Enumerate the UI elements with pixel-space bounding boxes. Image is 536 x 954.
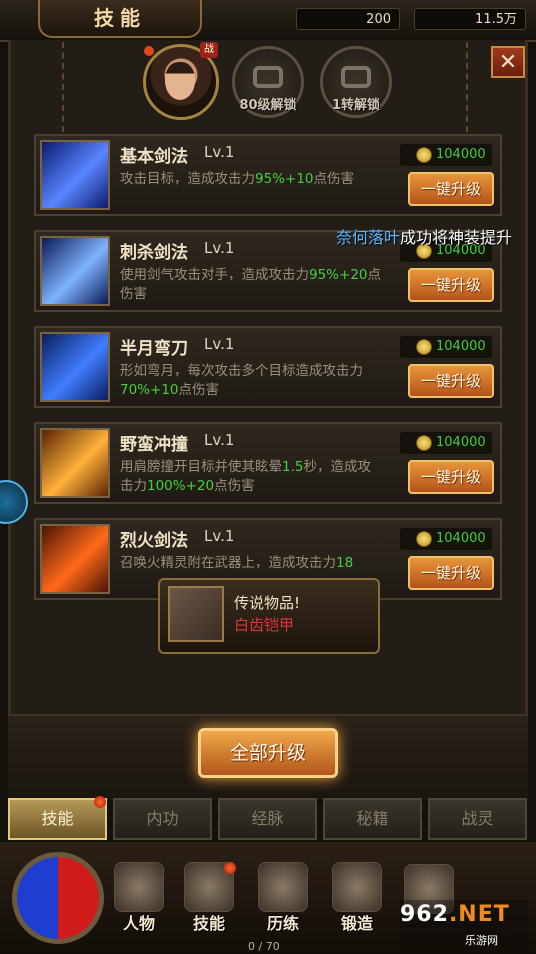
skill-desc-text: 用肩膀撞开目标并使其眩晕 (120, 459, 282, 475)
skill-level: Lv.1 (204, 143, 235, 161)
upgrade-all-button[interactable]: 全部升级 (198, 728, 338, 778)
skill-desc-text: 攻击目标，造成攻击力 (120, 171, 255, 187)
upgrade-cost-value: 104000 (436, 435, 486, 450)
page-title: 技能 (38, 0, 202, 38)
upgrade-cost-value: 104000 (436, 147, 486, 162)
skill-value-highlight: 95%+20 (309, 267, 368, 283)
skill-value-highlight: 100%+20 (147, 478, 215, 494)
skill-desc-text: 使用剑气攻击对手，造成攻击力 (120, 267, 309, 283)
one-click-upgrade-button[interactable]: 一键升级 (408, 364, 494, 398)
ingot-counter: 200 (296, 8, 400, 30)
anvil-hammer-icon (332, 862, 382, 912)
nav-forge[interactable]: 锻造 (326, 862, 388, 934)
notification-dot (224, 862, 236, 874)
watermark-logo: 962.NET (400, 902, 510, 927)
tab-skills[interactable]: 技能 (8, 798, 107, 840)
nav-label: 人物 (122, 914, 155, 933)
tab-battle-spirit[interactable]: 战灵 (428, 798, 527, 840)
gold-coin-icon (416, 339, 432, 355)
upgrade-cost-value: 104000 (436, 339, 486, 354)
notification-dot (94, 796, 106, 808)
nav-label: 历练 (266, 914, 299, 933)
skill-level: Lv.1 (204, 335, 235, 353)
skill-desc-text: 点伤害 (178, 382, 220, 398)
helmet-icon (114, 862, 164, 912)
lock-icon (341, 66, 371, 88)
skill-name: 刺杀剑法 (120, 243, 188, 263)
skill-desc-text: 形如弯月，每次攻击多个目标造成攻击力 (120, 363, 363, 379)
tab-secret-books[interactable]: 秘籍 (323, 798, 422, 840)
one-click-upgrade-button[interactable]: 一键升级 (408, 268, 494, 302)
skill-desc-text: 召唤火精灵附在武器上，造成攻击力 (120, 555, 336, 571)
skill-icon[interactable] (40, 236, 110, 306)
nav-training[interactable]: 历练 (252, 862, 314, 934)
chain-decoration (466, 42, 474, 132)
skill-icon[interactable] (40, 428, 110, 498)
gold-counter: 11.5万 (414, 8, 526, 30)
nav-label: 技能 (192, 914, 225, 933)
toast-title: 传说物品! (234, 594, 301, 612)
locked-slot-label: 80级解锁 (239, 98, 297, 113)
skill-value-highlight: 95%+10 (255, 171, 314, 187)
skill-value-highlight: 1.5 (282, 459, 304, 475)
watermark-suffix: .NET (448, 902, 510, 927)
lock-icon (253, 66, 283, 88)
skill-desc-text: 点伤害 (214, 478, 255, 494)
skill-name: 烈火剑法 (120, 531, 188, 551)
gold-coin-icon (416, 435, 432, 451)
chain-decoration (62, 42, 70, 132)
player-name: 奈何落叶 (336, 228, 401, 247)
skill-icon[interactable] (40, 332, 110, 402)
announcement-text: 成功将神装提升 (400, 228, 513, 247)
skill-level: Lv.1 (204, 431, 235, 449)
hero-portrait (165, 62, 195, 100)
watermark-text: 乐游网 (465, 934, 498, 947)
skill-description: 召唤火精灵附在武器上，造成攻击力18 (120, 554, 382, 573)
tab-meridians[interactable]: 经脉 (218, 798, 317, 840)
scrolling-announcement: 奈何落叶成功将神装提升 (336, 224, 512, 248)
skill-description: 攻击目标，造成攻击力95%+10点伤害 (120, 170, 382, 189)
skill-name: 半月弯刀 (120, 339, 188, 359)
skill-description: 形如弯月，每次攻击多个目标造成攻击力 70%+10点伤害 (120, 362, 382, 400)
skill-description: 用肩膀撞开目标并使其眩晕1.5秒，造成攻击力100%+20点伤害 (120, 458, 382, 496)
skill-name: 基本剑法 (120, 147, 188, 167)
skill-description: 使用剑气攻击对手，造成攻击力95%+20点伤害 (120, 266, 382, 304)
one-click-upgrade-button[interactable]: 一键升级 (408, 172, 494, 206)
skill-icon[interactable] (40, 524, 110, 594)
close-button[interactable]: ✕ (491, 46, 525, 78)
nav-label: 锻造 (340, 914, 373, 933)
upgrade-cost-value: 104000 (436, 531, 486, 546)
tab-inner-power[interactable]: 内功 (113, 798, 212, 840)
one-click-upgrade-button[interactable]: 一键升级 (408, 460, 494, 494)
skill-desc-text: 点伤害 (313, 171, 355, 187)
training-emblem-icon (258, 862, 308, 912)
toast-item-name: 白齿铠甲 (234, 616, 295, 634)
armor-item-icon (168, 586, 224, 642)
nav-character[interactable]: 人物 (108, 862, 170, 934)
notification-dot (144, 46, 154, 56)
skill-level: Lv.1 (204, 239, 235, 257)
watermark-number: 962 (400, 902, 449, 927)
skill-level: Lv.1 (204, 527, 235, 545)
bag-capacity: 0 / 70 (248, 940, 280, 953)
hp-mp-orb (12, 852, 104, 944)
battle-badge: 战 (200, 42, 218, 58)
skill-icon[interactable] (40, 140, 110, 210)
skill-name: 野蛮冲撞 (120, 435, 188, 455)
one-click-upgrade-button[interactable]: 一键升级 (408, 556, 494, 590)
locked-slot-label: 1转解锁 (331, 98, 381, 113)
skill-value-highlight: 70%+10 (120, 382, 179, 398)
skill-value-highlight: 18 (336, 555, 354, 571)
gold-coin-icon (416, 147, 432, 163)
gold-coin-icon (416, 531, 432, 547)
